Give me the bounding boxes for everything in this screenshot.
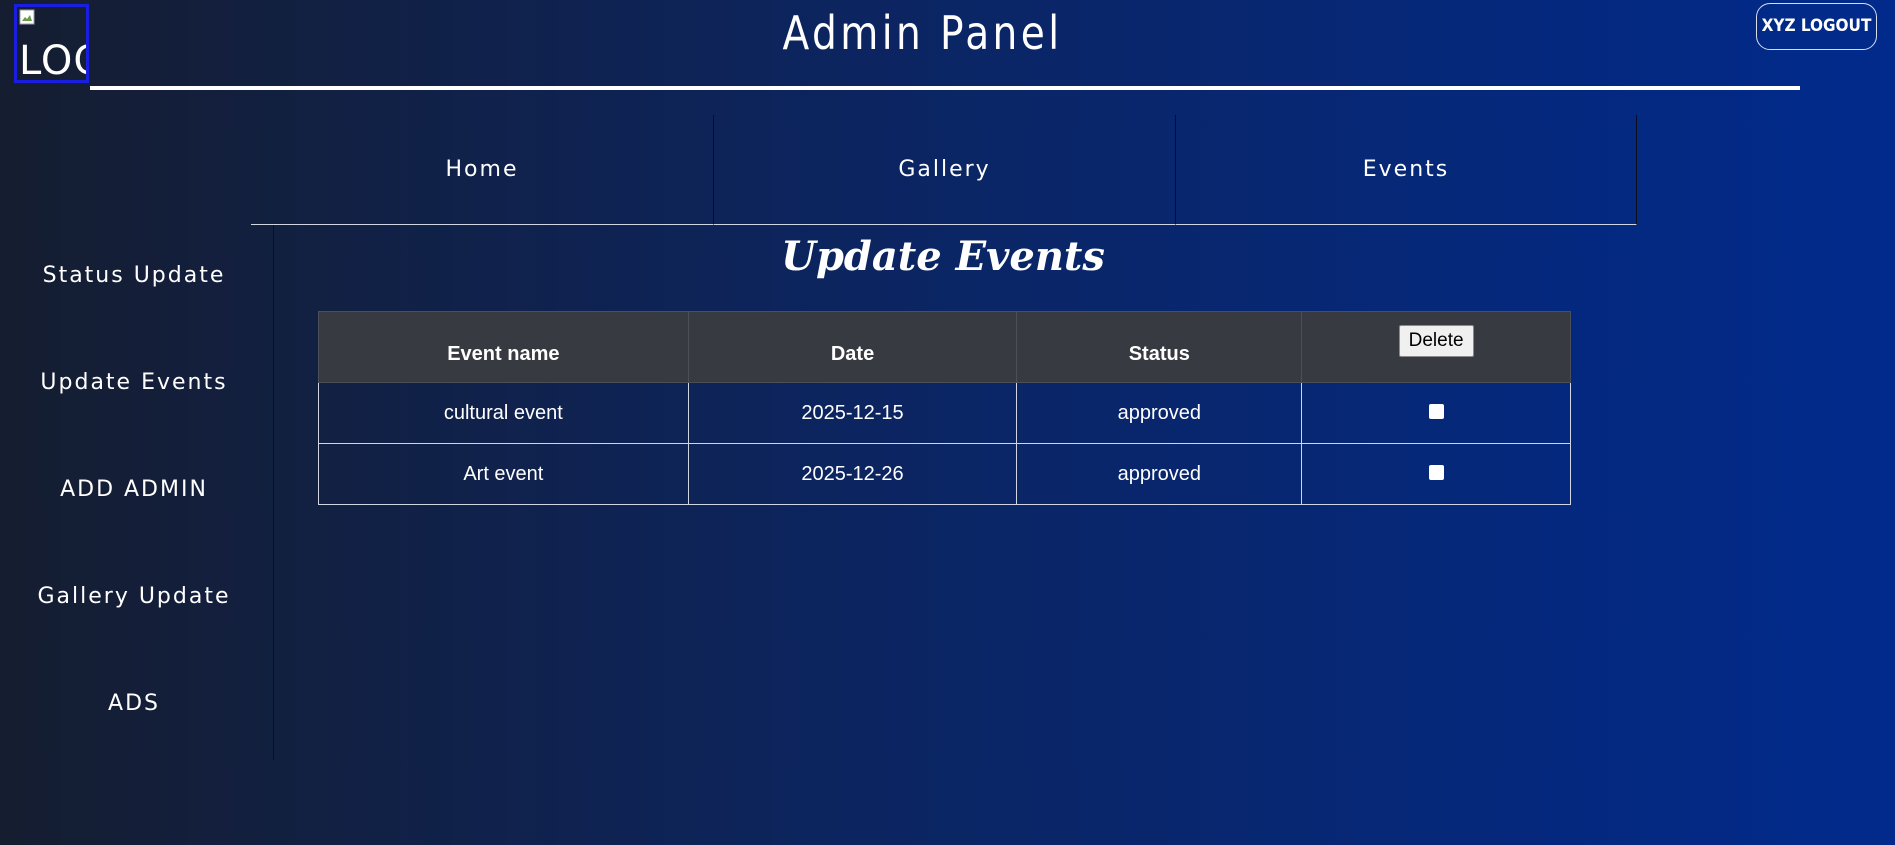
sidebar-item-gallery-update[interactable]: Gallery Update xyxy=(0,584,268,609)
row-select-checkbox[interactable] xyxy=(1428,403,1444,419)
broken-image-icon xyxy=(19,9,35,25)
cell-select xyxy=(1301,382,1571,444)
sidebar-item-ads[interactable]: ADS xyxy=(0,691,268,716)
nav-item-gallery[interactable]: Gallery xyxy=(713,115,1175,225)
sidebar-item-status-update[interactable]: Status Update xyxy=(0,263,268,288)
sidebar: Status Update Update Events ADD ADMIN Ga… xyxy=(0,225,274,760)
delete-button[interactable]: Delete xyxy=(1398,325,1474,357)
cell-date: 2025-12-26 xyxy=(687,443,1018,505)
column-header-event-name: Event name xyxy=(318,311,689,383)
column-header-status: Status xyxy=(1016,311,1303,383)
sidebar-item-update-events[interactable]: Update Events xyxy=(0,370,268,395)
table-row: Art event 2025-12-26 approved xyxy=(318,443,1571,505)
section-title: Update Events xyxy=(781,233,1105,280)
nav-item-events[interactable]: Events xyxy=(1175,115,1637,225)
cell-status: approved xyxy=(1016,443,1303,505)
column-header-date: Date xyxy=(687,311,1018,383)
cell-date: 2025-12-15 xyxy=(687,382,1018,444)
cell-event-name: Art event xyxy=(318,443,689,505)
logout-button[interactable]: XYZ LOGOUT xyxy=(1756,3,1877,50)
table-header-row: Event name Date Status Delete xyxy=(318,311,1571,383)
row-select-checkbox[interactable] xyxy=(1428,464,1444,480)
logo-image: LOG xyxy=(14,4,89,83)
cell-status: approved xyxy=(1016,382,1303,444)
top-nav: Home Gallery Events xyxy=(251,115,1638,225)
sidebar-item-add-admin[interactable]: ADD ADMIN xyxy=(0,477,268,502)
logo-alt-text: LOG xyxy=(19,38,86,83)
column-header-delete: Delete xyxy=(1301,311,1571,383)
cell-select xyxy=(1301,443,1571,505)
nav-item-home[interactable]: Home xyxy=(251,115,713,225)
cell-event-name: cultural event xyxy=(318,382,689,444)
page-title: Admin Panel xyxy=(782,6,1063,60)
events-table: Event name Date Status Delete cultural e… xyxy=(318,311,1571,505)
header-divider xyxy=(90,86,1800,90)
table-row: cultural event 2025-12-15 approved xyxy=(318,382,1571,444)
